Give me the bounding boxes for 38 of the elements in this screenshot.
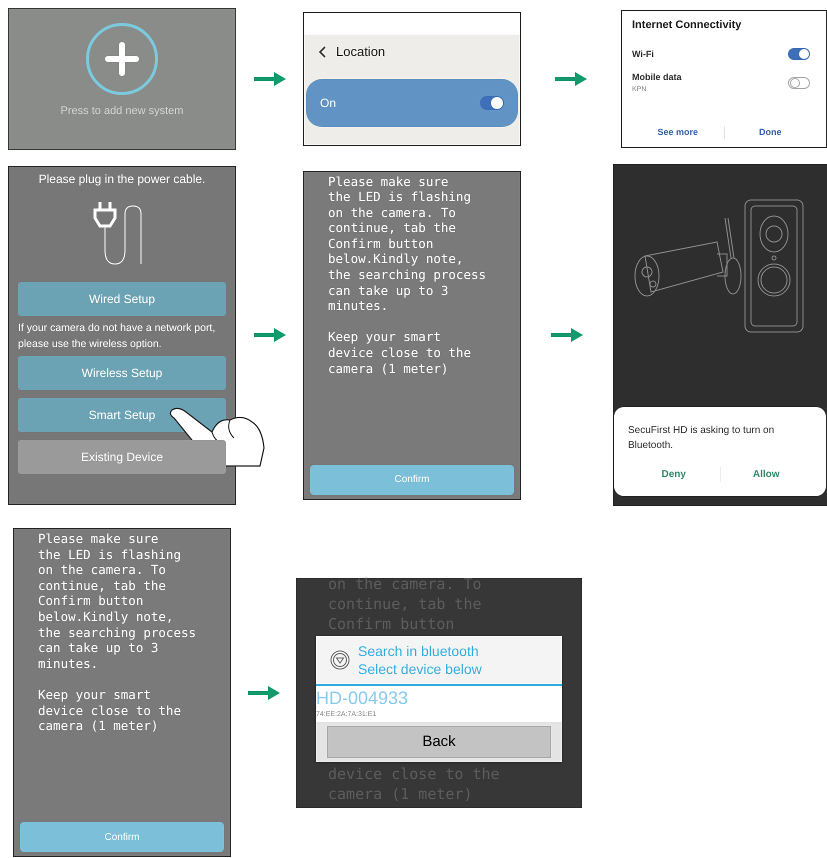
arrow-icon	[254, 72, 286, 86]
dialog-action[interactable]: See more	[657, 126, 698, 139]
option-label: On	[320, 95, 336, 112]
dialog-action[interactable]: Deny	[662, 467, 686, 482]
setting-label: Wi-Fi	[632, 48, 654, 60]
location-option[interactable]: On	[306, 79, 518, 127]
setup-button[interactable]: Existing Device	[18, 440, 226, 474]
caption: Press to add new system	[60, 104, 184, 119]
confirm-button[interactable]: Confirm	[310, 464, 514, 494]
toggle-switch[interactable]	[788, 48, 810, 60]
dialog-title: Select device below	[358, 660, 482, 678]
plus-icon	[104, 41, 140, 77]
setup-button[interactable]: Wireless Setup	[18, 356, 226, 390]
back-button[interactable]: Back	[327, 726, 551, 758]
confirm-button[interactable]: Confirm	[20, 822, 224, 852]
info-text: If your camera do not have a network port, please use the wireless option.	[18, 320, 216, 352]
setting-label: Mobile data	[632, 71, 682, 84]
instruction-text: Please make sure the LED is flashing on the camera. To continue, tab the Confirm button below.Kindly note, the searching process can take up to 3 minutes. Keep your smart device close to the camera (1 meter)	[37, 530, 198, 734]
setup-button[interactable]: Smart Setup	[18, 398, 226, 432]
toggle-switch[interactable]	[788, 77, 810, 89]
dialog-title: Search in bluetooth	[358, 642, 480, 660]
instruction-text: Please make sure the LED is flashing on the camera. To continue, tab the Confirm button below.Kindly note, the searching process can take up to 3 minutes. Keep your smart device close to the camera (1 meter)	[327, 172, 488, 376]
dialog-action[interactable]: Allow	[752, 467, 780, 482]
screen-title: Please plug in the power cable.	[38, 170, 206, 188]
add-button[interactable]	[86, 23, 158, 95]
dialog-title: Internet Connectivity	[632, 18, 742, 33]
bluetooth-search-icon	[330, 650, 350, 670]
arrow-icon	[555, 72, 587, 86]
back-icon[interactable]	[318, 46, 326, 58]
setup-button[interactable]: Wired Setup	[18, 282, 226, 316]
arrow-icon	[254, 328, 286, 342]
screen-title: Location	[336, 43, 386, 62]
dialog-action[interactable]: Done	[759, 126, 782, 139]
device-name: HD-004933	[316, 686, 410, 710]
dialog-message: SecuFirst HD is asking to turn on Bluetooth.	[628, 424, 776, 453]
arrow-icon	[248, 686, 280, 700]
arrow-icon	[551, 328, 583, 342]
toggle-switch[interactable]	[480, 96, 504, 110]
